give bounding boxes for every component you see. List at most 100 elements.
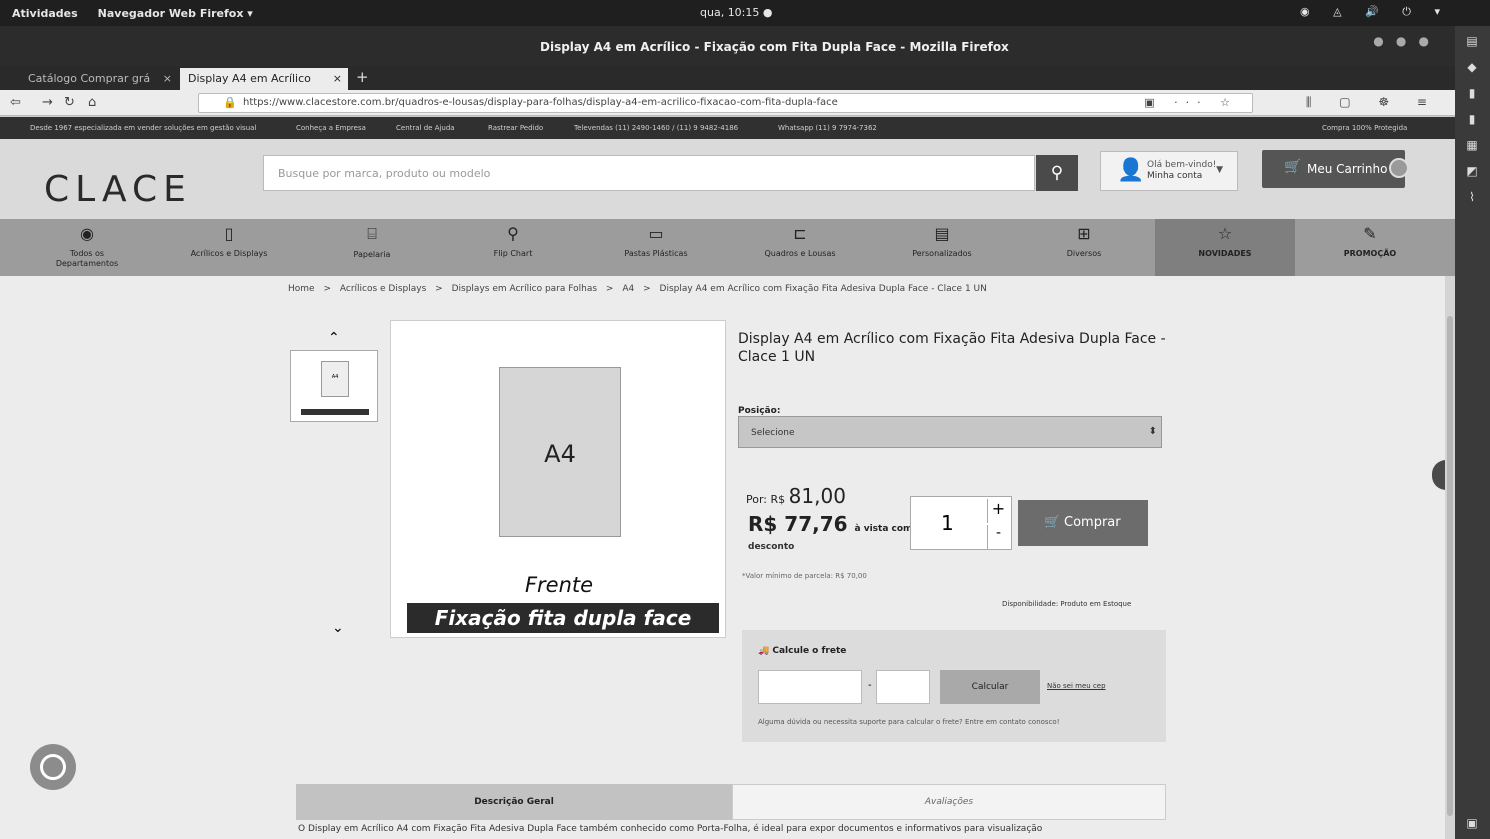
cat-personalized[interactable]: ▤ Personalizados <box>886 219 998 276</box>
screen: Atividades Navegador Web Firefox ▾ qua, … <box>0 0 1490 839</box>
tab-label: Display A4 em Acrílico <box>188 72 311 85</box>
cat-misc[interactable]: ⊞ Diversos <box>1030 219 1138 276</box>
price-cash-suffix: à vista com <box>854 524 913 534</box>
tab-reviews[interactable]: Avaliações <box>732 784 1166 820</box>
gnome-top-bar: Atividades Navegador Web Firefox ▾ qua, … <box>0 0 1490 26</box>
cat-flip-chart[interactable]: ⚲ Flip Chart <box>460 219 566 276</box>
search-input[interactable]: Busque por marca, produto ou modelo <box>263 155 1035 191</box>
chevron-up-icon[interactable]: ⌃ <box>328 330 340 346</box>
activities-button[interactable]: Atividades <box>12 7 78 20</box>
link-company[interactable]: Conheça a Empresa <box>296 124 366 132</box>
navigation-bar: ⇦ → ↻ ⌂ 🔒 https://www.clacestore.com.br/… <box>0 90 1455 116</box>
link-phone[interactable]: Televendas (11) 2490-1460 / (11) 9 9482-… <box>574 124 738 132</box>
thumbnail-image: A4 <box>321 361 349 397</box>
cep-dash: - <box>868 680 872 691</box>
link-help[interactable]: Central de Ajuda <box>396 124 455 132</box>
product-thumbnail[interactable]: A4 <box>290 350 378 422</box>
buy-label: Comprar <box>1064 515 1121 530</box>
scrollbar[interactable] <box>1445 276 1455 839</box>
lock-icon[interactable]: 🔒 <box>223 96 237 109</box>
new-tab-icon[interactable]: + <box>356 68 369 86</box>
window-titlebar: Display A4 em Acrílico - Fixação com Fit… <box>0 26 1455 66</box>
description-tabs: Descrição Geral Avaliações <box>296 784 1166 820</box>
site-logo[interactable]: CLACE <box>44 169 192 210</box>
breadcrumb-current: Display A4 em Acrílico com Fixação Fita … <box>659 284 987 294</box>
breadcrumb-sep: > <box>605 284 614 294</box>
tag-icon: ✎ <box>1363 224 1377 243</box>
reload-icon[interactable]: ↻ <box>64 95 75 110</box>
cat-stationery[interactable]: ⌸ Papelaria <box>320 219 424 276</box>
tab-catalogo[interactable]: Catálogo Comprar grá × <box>20 68 178 90</box>
cart-label: Meu Carrinho <box>1307 162 1388 176</box>
dock-icon[interactable]: ▮ <box>1463 112 1481 130</box>
toolbar-icons[interactable]: ⫼ ▢ ☸ ≡ <box>1306 95 1439 110</box>
cart-icon: 🛒 <box>1284 159 1302 175</box>
cat-plastic-folders[interactable]: ▭ Pastas Plásticas <box>600 219 712 276</box>
forward-icon[interactable]: → <box>42 95 53 110</box>
close-icon[interactable]: × <box>163 72 172 85</box>
search-button[interactable]: ⚲ <box>1036 155 1078 191</box>
show-apps-icon[interactable]: ▣ <box>1463 816 1481 834</box>
calculate-button[interactable]: Calcular <box>940 670 1040 704</box>
dock-icon[interactable]: ◆ <box>1463 60 1481 78</box>
tab-description[interactable]: Descrição Geral <box>296 784 732 820</box>
site-header: CLACE Busque por marca, produto ou model… <box>0 139 1455 219</box>
app-menu[interactable]: Navegador Web Firefox ▾ <box>98 7 253 20</box>
account-menu[interactable]: 👤 Olá bem-vindo! Minha conta ▼ <box>1100 151 1238 191</box>
account-greeting: Olá bem-vindo! <box>1147 160 1217 170</box>
system-tray[interactable]: ◉ ◬ 🔊 ⏻ ▾ <box>1300 5 1450 19</box>
dock-icon[interactable]: ◩ <box>1463 164 1481 182</box>
select-arrows-icon: ⬍ <box>1148 426 1157 437</box>
image-caption-top: Frente <box>524 573 594 597</box>
easel-icon: ⚲ <box>507 224 519 243</box>
menu-icon: ◉ <box>80 224 94 243</box>
secure-badge: Compra 100% Protegida <box>1322 124 1408 132</box>
side-feedback-tab[interactable] <box>1432 460 1446 490</box>
site-info-bar: Desde 1967 especializada em vender soluç… <box>0 117 1455 139</box>
dock-icon[interactable]: ▤ <box>1463 34 1481 52</box>
price: Por: R$ 81,00 <box>746 484 846 508</box>
close-icon[interactable]: × <box>333 72 342 85</box>
cat-boards[interactable]: ⊏ Quadros e Lousas <box>744 219 856 276</box>
buy-button[interactable]: 🛒 Comprar <box>1018 500 1148 546</box>
quantity-value[interactable]: 1 <box>941 511 954 535</box>
breadcrumb-a4[interactable]: A4 <box>622 284 634 294</box>
clock[interactable]: qua, 10:15 ● <box>700 6 772 19</box>
image-caption-band: Fixação fita dupla face <box>407 603 719 633</box>
thumbnail-band <box>301 409 369 415</box>
tab-display-a4[interactable]: Display A4 em Acrílico × <box>180 68 348 90</box>
cep-input-suffix[interactable] <box>876 670 930 704</box>
dock-icon[interactable]: ▮ <box>1463 86 1481 104</box>
quantity-stepper[interactable]: 1 + - <box>910 496 1012 550</box>
whatsapp-button[interactable] <box>30 744 76 790</box>
breadcrumb-acrylics[interactable]: Acrílicos e Displays <box>340 284 426 294</box>
cat-all-departments[interactable]: ◉ Todos os Departamentos <box>42 219 132 276</box>
price-value: 81,00 <box>788 484 846 508</box>
url-bar[interactable]: 🔒 https://www.clacestore.com.br/quadros-… <box>198 93 1253 113</box>
back-icon[interactable]: ⇦ <box>10 95 21 110</box>
unknown-cep-link[interactable]: Não sei meu cep <box>1047 682 1106 690</box>
product-image[interactable]: A4 Frente Fixação fita dupla face <box>390 320 726 638</box>
cat-promo[interactable]: ✎ PROMOÇÃO <box>1300 219 1440 276</box>
url-actions[interactable]: ▣ ··· ☆ <box>1144 96 1238 109</box>
link-whatsapp[interactable]: Whatsapp (11) 9 7974-7362 <box>778 124 877 132</box>
cart-button[interactable]: 🛒 Meu Carrinho <box>1262 150 1409 188</box>
dock-icon[interactable]: ▦ <box>1463 138 1481 156</box>
link-track-order[interactable]: Rastrear Pedido <box>488 124 543 132</box>
home-icon[interactable]: ⌂ <box>88 95 96 110</box>
minus-icon[interactable]: - <box>987 525 1009 549</box>
plus-icon[interactable]: + <box>987 499 1009 523</box>
window-controls[interactable]: ● ● ● <box>1373 34 1433 48</box>
position-select[interactable]: Selecione ⬍ <box>738 416 1162 448</box>
cat-acrylics[interactable]: ▯ Acrílicos e Displays <box>170 219 288 276</box>
breadcrumb-home[interactable]: Home <box>288 284 315 294</box>
chevron-down-icon[interactable]: ⌄ <box>332 620 344 636</box>
breadcrumb-sep: > <box>323 284 331 294</box>
scrollbar-thumb[interactable] <box>1447 316 1453 816</box>
cat-new[interactable]: ☆ NOVIDADES <box>1155 219 1295 276</box>
breadcrumb-displays[interactable]: Displays em Acrílico para Folhas <box>452 284 597 294</box>
dock-icon[interactable]: ⌇ <box>1463 190 1481 208</box>
cep-input-prefix[interactable] <box>758 670 862 704</box>
cart-badge <box>1389 158 1409 178</box>
price-cash-suffix2: desconto <box>748 542 795 552</box>
